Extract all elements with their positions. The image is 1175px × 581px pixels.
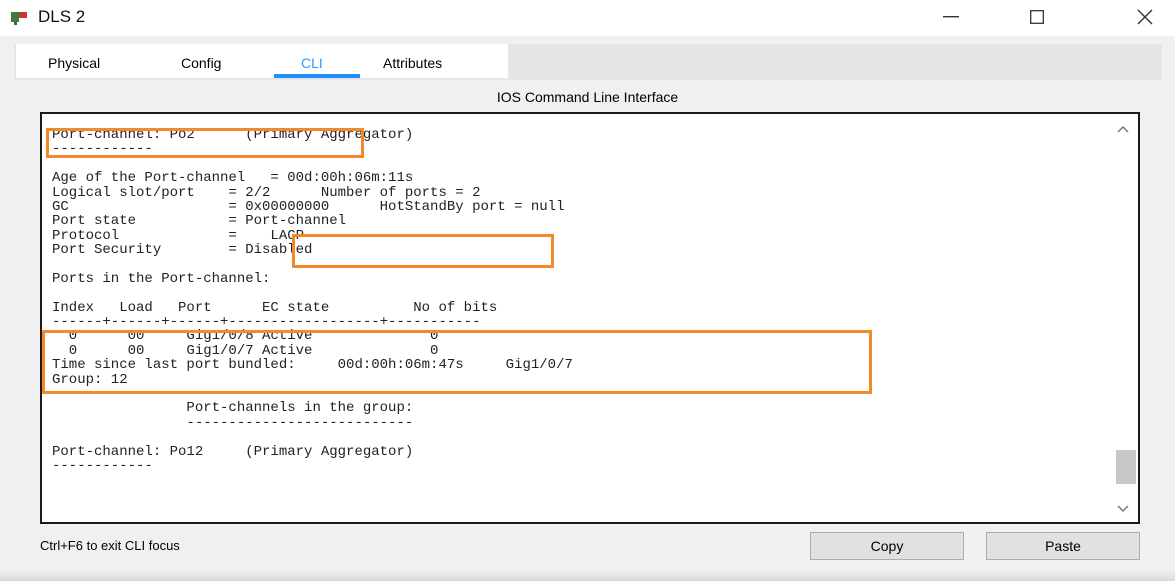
copy-button[interactable]: Copy	[810, 532, 964, 560]
terminal-line: Group: 12	[52, 371, 128, 388]
packet-tracer-device-icon	[10, 10, 30, 26]
terminal-output: Port-channel: Po2 (Primary Aggregator) --…	[52, 127, 573, 474]
maximize-button[interactable]	[1008, 0, 1066, 34]
terminal-line: ------------	[52, 141, 153, 158]
minimize-button[interactable]	[922, 0, 980, 34]
terminal-line: GC = 0x00000000 HotStandBy port = null	[52, 198, 565, 215]
tab-attributes[interactable]: Attributes	[383, 55, 442, 71]
terminal-line: Index Load Port EC state No of bits	[52, 299, 498, 316]
terminal-line: Age of the Port-channel = 00d:00h:06m:11…	[52, 170, 414, 187]
tab-config[interactable]: Config	[181, 55, 221, 71]
terminal-line: Port Security = Disabled	[52, 242, 313, 259]
terminal-line: Protocol = LACP	[52, 227, 305, 244]
close-button[interactable]	[1116, 0, 1174, 34]
window-title: DLS 2	[38, 7, 86, 26]
scrollbar-thumb[interactable]	[1116, 450, 1136, 484]
active-tab-indicator	[274, 74, 360, 78]
window-bottom-edge	[0, 570, 1175, 581]
chevron-up-icon[interactable]	[1117, 122, 1129, 136]
paste-button[interactable]: Paste	[986, 532, 1140, 560]
terminal-line: Port-channel: Po12 (Primary Aggregator)	[52, 443, 414, 460]
vertical-scrollbar[interactable]	[1108, 114, 1138, 522]
terminal-line: 0 00 Gig1/0/8 Active 0	[52, 328, 439, 345]
tab-cli[interactable]: CLI	[301, 55, 323, 71]
minimize-icon	[943, 16, 959, 18]
cli-terminal[interactable]: Port-channel: Po2 (Primary Aggregator) --…	[40, 112, 1140, 524]
tab-physical[interactable]: Physical	[48, 55, 100, 71]
terminal-line: Port-channel: Po2 (Primary Aggregator)	[52, 127, 414, 143]
cli-focus-hint: Ctrl+F6 to exit CLI focus	[40, 538, 180, 553]
terminal-line: ------------	[52, 457, 153, 474]
chevron-down-icon[interactable]	[1117, 502, 1129, 516]
terminal-line: Time since last port bundled: 00d:00h:06…	[52, 357, 573, 374]
terminal-line: ----------	[52, 386, 137, 403]
terminal-line: ------+------+------+------------------+…	[52, 314, 481, 331]
cli-window: DLS 2 Physical Config CLI Attributes IOS…	[0, 0, 1175, 581]
close-icon	[1137, 9, 1153, 25]
terminal-line: Port state = Port-channel	[52, 213, 347, 230]
terminal-line: Port-channels in the group:	[52, 400, 414, 417]
panel-title: IOS Command Line Interface	[496, 89, 679, 105]
maximize-icon	[1030, 10, 1044, 24]
terminal-line: 0 00 Gig1/0/7 Active 0	[52, 342, 439, 359]
terminal-line: Logical slot/port = 2/2 Number of ports …	[52, 184, 481, 201]
title-bar: DLS 2	[0, 0, 1175, 36]
terminal-line: Ports in the Port-channel:	[52, 270, 271, 287]
terminal-line: ---------------------------	[52, 414, 414, 431]
